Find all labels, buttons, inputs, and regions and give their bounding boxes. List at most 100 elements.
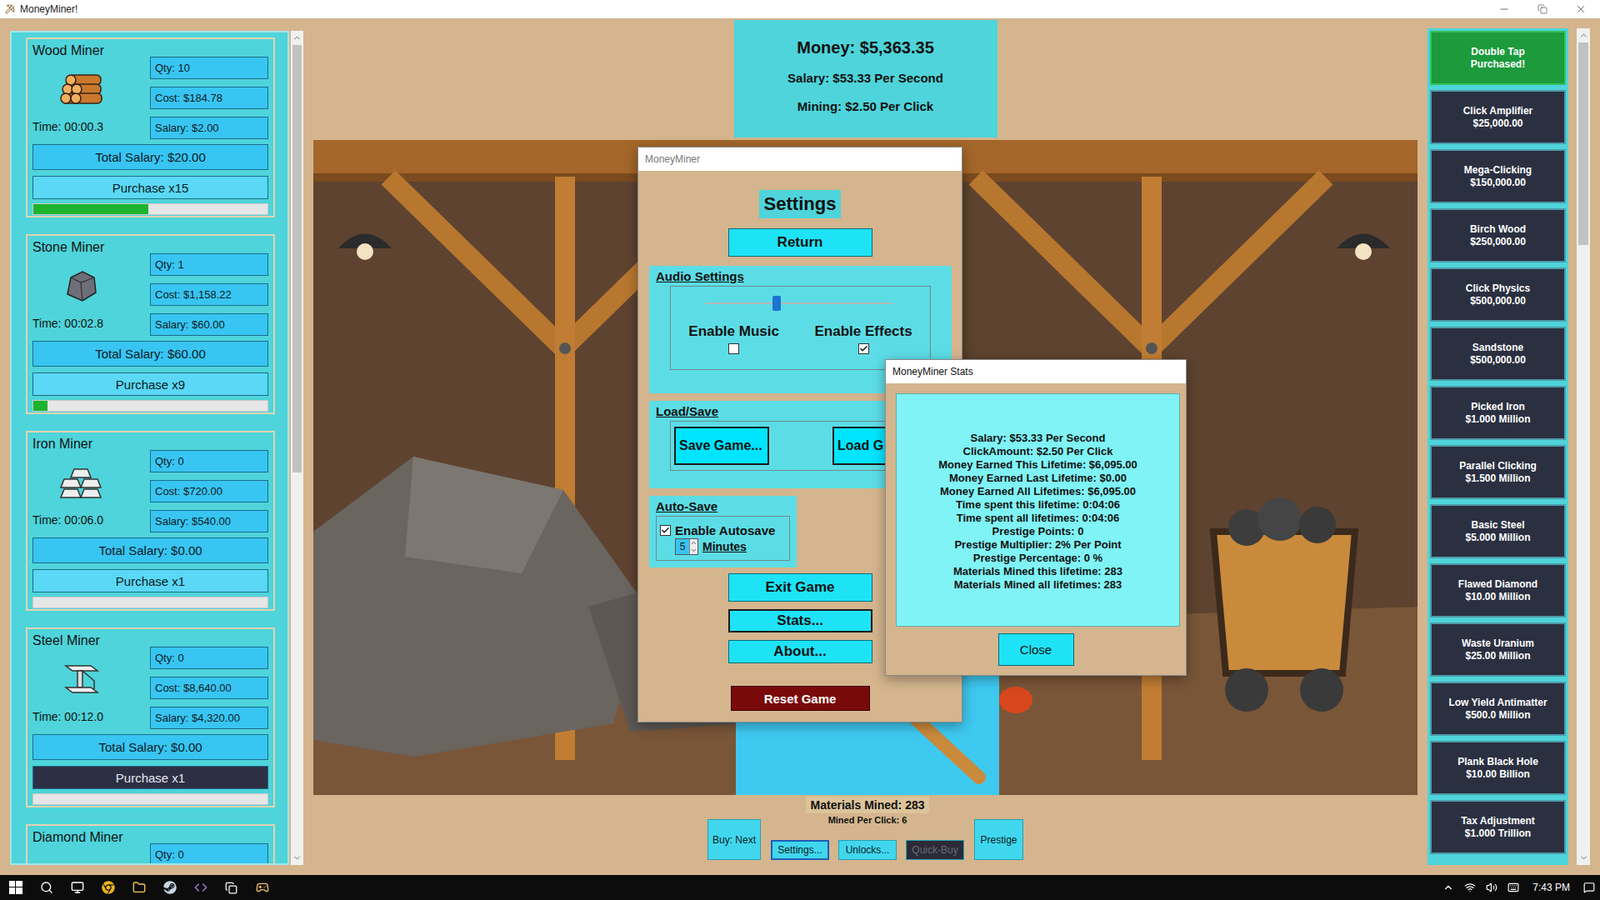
steam-icon bbox=[163, 880, 177, 895]
miner-header: Steel MinerTime: 00:12.0Qty: 0Cost: $8,6… bbox=[32, 630, 269, 728]
volume-button[interactable] bbox=[1480, 875, 1503, 900]
notifications-button[interactable] bbox=[1578, 875, 1600, 900]
chrome-icon bbox=[101, 880, 115, 895]
upgrade-button[interactable]: Parallel Clicking$1.500 Million bbox=[1430, 445, 1566, 500]
upgrade-name: Click Amplifier bbox=[1463, 105, 1534, 118]
stat-line: Materials Mined this lifetime: 283 bbox=[953, 565, 1123, 579]
app-button[interactable] bbox=[215, 875, 247, 900]
miner-fields: Qty: 1Cost: $1,158.22Salary: $60.00 bbox=[150, 253, 269, 336]
file-button[interactable]: Save Game... bbox=[674, 426, 770, 465]
group-label: Auto-Save bbox=[655, 499, 790, 515]
miner-info: Diamond Miner bbox=[32, 827, 145, 865]
volume-slider[interactable] bbox=[705, 295, 894, 312]
control-button[interactable]: Quick-Buy bbox=[905, 840, 965, 860]
chrome-button[interactable] bbox=[92, 875, 124, 900]
close-button[interactable] bbox=[1561, 0, 1600, 19]
checkbox[interactable] bbox=[660, 525, 671, 536]
task-view-button[interactable] bbox=[61, 875, 93, 900]
spinner-value[interactable]: 5 bbox=[675, 539, 690, 555]
stat-line: ClickAmount: $2.50 Per Click bbox=[963, 445, 1114, 459]
upgrade-button[interactable]: Basic Steel$5.000 Million bbox=[1430, 504, 1566, 559]
minimize-button[interactable] bbox=[1485, 0, 1524, 19]
upgrade-button[interactable]: Low Yield Antimatter$500.0 Million bbox=[1430, 681, 1566, 736]
upgrade-button[interactable]: Birch Wood$250,000.00 bbox=[1430, 208, 1566, 263]
return-button[interactable]: Return bbox=[728, 228, 873, 257]
stat-line: Money Earned This Lifetime: $6,095.00 bbox=[938, 458, 1137, 472]
audio-option[interactable]: Enable Effects bbox=[815, 323, 913, 355]
upgrade-name: Sandstone bbox=[1472, 341, 1524, 355]
control-button[interactable]: Prestige bbox=[974, 819, 1024, 860]
audio-options: Enable Music Enable Effects bbox=[670, 323, 930, 355]
dialog-title-bar: MoneyMiner Stats bbox=[885, 360, 1186, 384]
restore-button[interactable] bbox=[1523, 0, 1562, 19]
keyboard-button[interactable] bbox=[1502, 875, 1525, 900]
upgrade-button[interactable]: Picked Iron$1.000 Million bbox=[1430, 385, 1566, 440]
start-button[interactable] bbox=[0, 875, 31, 900]
volume-icon bbox=[1485, 881, 1498, 894]
upgrade-button[interactable]: Sandstone$500,000.00 bbox=[1430, 326, 1566, 381]
tray-expand[interactable] bbox=[1437, 875, 1460, 900]
purchase-button[interactable]: Purchase x1 bbox=[32, 569, 269, 593]
scroll-thumb[interactable] bbox=[292, 45, 302, 473]
purchase-button[interactable]: Purchase x1 bbox=[32, 765, 269, 790]
miner-total-salary: Total Salary: $60.00 bbox=[32, 340, 269, 367]
upgrade-button[interactable]: Click Physics$500,000.00 bbox=[1430, 267, 1566, 322]
miner-salary: Salary: $4,320.00 bbox=[150, 706, 269, 730]
control-button[interactable]: Settings... bbox=[770, 840, 830, 860]
upgrade-button[interactable]: Double TapPurchased! bbox=[1430, 30, 1566, 85]
control-button[interactable]: Buy: Next bbox=[707, 819, 761, 860]
upgrade-button[interactable]: Flawed Diamond$10.00 Million bbox=[1430, 563, 1566, 618]
scroll-up-button[interactable] bbox=[290, 30, 304, 45]
reset-button[interactable]: Reset Game bbox=[730, 685, 870, 711]
upgrade-button[interactable]: Plank Black Hole$10.00 Billion bbox=[1430, 740, 1566, 795]
scroll-down-button[interactable] bbox=[290, 850, 304, 865]
interval-spinner[interactable]: 5 bbox=[675, 538, 699, 555]
settings-button[interactable]: Stats... bbox=[728, 609, 873, 633]
settings-button[interactable]: About... bbox=[728, 640, 873, 664]
scrollbar[interactable] bbox=[290, 30, 304, 865]
upgrade-zone: Double TapPurchased!Click Amplifier$25,0… bbox=[1427, 18, 1590, 875]
scroll-down-button[interactable] bbox=[1576, 850, 1590, 865]
upgrade-button[interactable]: Click Amplifier$25,000.00 bbox=[1430, 90, 1566, 145]
upgrade-button[interactable]: Tax Adjustment$1.000 Trillion bbox=[1430, 800, 1566, 855]
scroll-rail[interactable] bbox=[290, 45, 304, 851]
upgrade-button[interactable]: Mega-Clicking$150,000.00 bbox=[1430, 149, 1566, 204]
upgrade-name: Basic Steel bbox=[1470, 519, 1525, 532]
upgrade-price: $25.00 Million bbox=[1465, 650, 1530, 663]
scrollbar[interactable] bbox=[1576, 28, 1590, 865]
purchase-button[interactable]: Purchase x9 bbox=[32, 372, 269, 396]
miner-qty: Qty: 1 bbox=[150, 253, 269, 276]
audio-option[interactable]: Enable Music bbox=[688, 323, 780, 355]
decrement-icon[interactable] bbox=[690, 546, 698, 555]
spinner-arrows[interactable] bbox=[689, 539, 698, 555]
restore-icon bbox=[1537, 4, 1548, 15]
explorer-button[interactable] bbox=[123, 875, 155, 900]
increment-icon[interactable] bbox=[690, 539, 698, 547]
purchase-button[interactable]: Purchase x15 bbox=[32, 175, 269, 200]
clock[interactable]: 7:43 PM bbox=[1524, 881, 1579, 894]
slider-thumb[interactable] bbox=[772, 295, 781, 311]
settings-button[interactable]: Exit Game bbox=[728, 573, 873, 602]
upgrade-name: Waste Uranium bbox=[1461, 637, 1535, 650]
chevron-up-icon bbox=[1579, 30, 1589, 40]
checkbox[interactable] bbox=[858, 343, 870, 355]
scroll-thumb[interactable] bbox=[1578, 42, 1589, 245]
close-stats-button[interactable]: Close bbox=[998, 633, 1075, 666]
search-button[interactable] bbox=[30, 875, 62, 900]
autosave-option[interactable]: Enable Autosave bbox=[660, 521, 786, 539]
upgrade-price: $5.000 Million bbox=[1465, 531, 1530, 545]
scroll-up-button[interactable] bbox=[1576, 28, 1590, 43]
steam-button[interactable] bbox=[154, 875, 185, 900]
stat-line: Prestige Percentage: 0 % bbox=[973, 551, 1103, 565]
upgrade-button[interactable]: Waste Uranium$25.00 Million bbox=[1430, 622, 1566, 677]
miner-fields: Qty: 0Cost: $8,640.00Salary: $4,320.00 bbox=[150, 646, 269, 730]
scroll-rail[interactable] bbox=[1576, 42, 1590, 851]
upgrade-name: Tax Adjustment bbox=[1460, 815, 1535, 828]
visual-studio-button[interactable] bbox=[185, 875, 216, 900]
upgrade-price: $10.00 Million bbox=[1465, 590, 1530, 604]
network-button[interactable] bbox=[1459, 875, 1481, 900]
moneyminer-button[interactable] bbox=[246, 875, 278, 900]
stat-line: Money Earned Last Lifetime: $0.00 bbox=[949, 471, 1127, 485]
checkbox[interactable] bbox=[728, 343, 740, 355]
control-button[interactable]: Unlocks... bbox=[838, 840, 897, 860]
